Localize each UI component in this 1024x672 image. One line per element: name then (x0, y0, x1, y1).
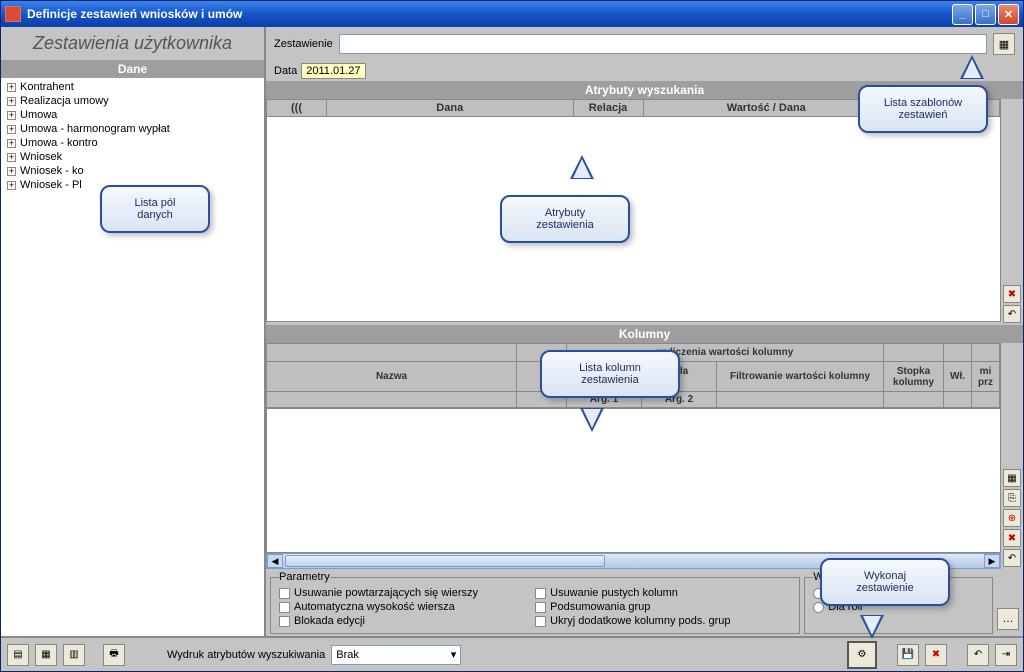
kolumny-grid-body[interactable] (266, 409, 1001, 553)
kolumny-toolbar: ▦ ⎘ ⊕ ✖ ↶ (1001, 343, 1023, 569)
checkbox-icon[interactable] (279, 588, 290, 599)
maximize-button[interactable]: □ (975, 4, 996, 25)
parametry-legend: Parametry (279, 571, 330, 583)
templates-button[interactable]: ▦ (993, 33, 1015, 55)
tree-item[interactable]: +Umowa (3, 108, 262, 122)
tool2-icon[interactable]: ▦ (35, 644, 57, 666)
grid-icon[interactable]: ▦ (1003, 469, 1021, 487)
callout-szablony: Lista szablonów zestawień (858, 85, 988, 133)
expand-icon[interactable]: + (7, 139, 16, 148)
tree-item[interactable]: +Umowa - harmonogram wypłat (3, 122, 262, 136)
callout-kolumny: Lista kolumn zestawienia (540, 350, 680, 398)
kolumny-header: Kolumny (266, 325, 1023, 343)
scroll-right-icon[interactable]: ▶ (984, 554, 1000, 568)
col-filtrowanie[interactable]: Filtrowanie wartości kolumny (717, 362, 884, 392)
wydruk-dropdown[interactable]: Brak ▾ (331, 645, 461, 665)
app-icon (5, 6, 21, 22)
bottom-toolbar: ▤ ▦ ▥ 🖶 Wydruk atrybutów wyszukiwania Br… (1, 637, 1023, 671)
param-checkbox[interactable]: Podsumowania grup (535, 601, 791, 613)
zestawienie-input[interactable] (339, 34, 987, 54)
delete-row-icon[interactable]: ✖ (1003, 285, 1021, 303)
atrybuty-grid-body[interactable] (266, 117, 1001, 322)
col-wartosc[interactable]: Wartość / Dana (644, 100, 891, 116)
col-wl[interactable]: Wł. (944, 362, 972, 392)
col-nazwa[interactable]: Nazwa (267, 362, 517, 392)
cancel-icon[interactable]: ✖ (925, 644, 947, 666)
checkbox-icon[interactable] (535, 588, 546, 599)
save-icon[interactable]: 💾 (897, 644, 919, 666)
checkbox-icon[interactable] (535, 616, 546, 627)
expand-icon[interactable]: + (7, 153, 16, 162)
checkbox-icon[interactable] (279, 616, 290, 627)
browse-button[interactable]: … (997, 608, 1019, 630)
parametry-group: Parametry Usuwanie powtarzających się wi… (270, 571, 800, 634)
col-mi[interactable]: mi prz (972, 362, 1000, 392)
param-checkbox[interactable]: Automatyczna wysokość wiersza (279, 601, 535, 613)
col-dana[interactable]: Dana (327, 100, 574, 116)
checkbox-icon[interactable] (535, 602, 546, 613)
expand-icon[interactable]: + (7, 83, 16, 92)
expand-icon[interactable]: + (7, 97, 16, 106)
execute-button[interactable]: ⚙ (847, 641, 877, 669)
scroll-thumb[interactable] (285, 555, 605, 567)
callout-wykonaj: Wykonaj zestawienie (820, 558, 950, 606)
date-value[interactable]: 2011.01.27 (301, 63, 365, 79)
date-label: Data (274, 65, 297, 77)
param-checkbox[interactable]: Usuwanie powtarzających się wierszy (279, 587, 535, 599)
tree-item[interactable]: +Wniosek (3, 150, 262, 164)
wydruk-label: Wydruk atrybutów wyszukiwania (167, 649, 325, 661)
tree-item[interactable]: +Wniosek - ko (3, 164, 262, 178)
exit-icon[interactable]: ⇥ (995, 644, 1017, 666)
checkbox-icon[interactable] (279, 602, 290, 613)
add-icon[interactable]: ⊕ (1003, 509, 1021, 527)
col-stopka[interactable]: Stopka kolumny (884, 362, 944, 392)
tool1-icon[interactable]: ▤ (7, 644, 29, 666)
undo-icon[interactable]: ↶ (967, 644, 989, 666)
minimize-button[interactable]: _ (952, 4, 973, 25)
param-checkbox[interactable]: Blokada edycji (279, 615, 535, 627)
callout-atrybuty: Atrybuty zestawienia (500, 195, 630, 243)
data-tree[interactable]: +Kontrahent +Realizacja umowy +Umowa +Um… (1, 78, 264, 636)
window-title: Definicje zestawień wniosków i umów (27, 7, 952, 21)
tool3-icon[interactable]: ▥ (63, 644, 85, 666)
tree-item[interactable]: +Kontrahent (3, 80, 262, 94)
expand-icon[interactable]: + (7, 181, 16, 190)
tree-item[interactable]: +Umowa - kontro (3, 136, 262, 150)
section-dane: Dane (1, 60, 264, 78)
col-relacja[interactable]: Relacja (574, 100, 644, 116)
atrybuty-toolbar: ✖ ↶ (1001, 99, 1023, 325)
delete-row-icon[interactable]: ✖ (1003, 529, 1021, 547)
expand-icon[interactable]: + (7, 125, 16, 134)
scroll-left-icon[interactable]: ◀ (267, 554, 283, 568)
left-panel: Zestawienia użytkownika Dane +Kontrahent… (1, 27, 266, 636)
expand-icon[interactable]: + (7, 167, 16, 176)
expand-icon[interactable]: + (7, 111, 16, 120)
callout-lista-pol: Lista pól danych (100, 185, 210, 233)
print-icon[interactable]: 🖶 (103, 644, 125, 666)
copy-icon[interactable]: ⎘ (1003, 489, 1021, 507)
param-checkbox[interactable]: Ukryj dodatkowe kolumny pods. grup (535, 615, 791, 627)
close-button[interactable]: ✕ (998, 4, 1019, 25)
chevron-down-icon: ▾ (451, 648, 457, 661)
undo-icon[interactable]: ↶ (1003, 549, 1021, 567)
titlebar: Definicje zestawień wniosków i umów _ □ … (1, 1, 1023, 27)
undo-icon[interactable]: ↶ (1003, 305, 1021, 323)
param-checkbox[interactable]: Usuwanie pustych kolumn (535, 587, 791, 599)
tree-item[interactable]: +Realizacja umowy (3, 94, 262, 108)
zestawienie-label: Zestawienie (274, 38, 333, 50)
col-paren-open[interactable]: ((( (267, 100, 327, 116)
panel-title: Zestawienia użytkownika (1, 27, 264, 60)
